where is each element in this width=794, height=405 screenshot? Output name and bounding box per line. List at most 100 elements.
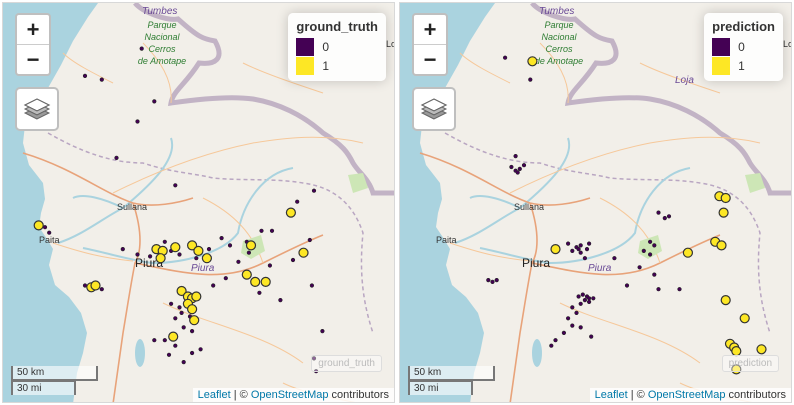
point-marker-class-0[interactable] xyxy=(139,46,144,51)
point-marker-class-0[interactable] xyxy=(152,99,157,104)
point-marker-class-1[interactable] xyxy=(170,242,181,253)
point-marker-class-0[interactable] xyxy=(574,310,579,316)
point-marker-class-0[interactable] xyxy=(190,329,195,334)
point-marker-class-0[interactable] xyxy=(120,247,125,252)
point-marker-class-0[interactable] xyxy=(517,166,522,171)
point-marker-class-0[interactable] xyxy=(162,239,167,244)
point-marker-class-1[interactable] xyxy=(155,253,166,264)
point-marker-class-0[interactable] xyxy=(502,55,508,60)
point-marker-class-1[interactable] xyxy=(298,247,309,258)
point-marker-class-0[interactable] xyxy=(576,247,581,252)
point-marker-class-1[interactable] xyxy=(193,245,204,256)
point-marker-class-0[interactable] xyxy=(591,296,596,301)
point-marker-class-0[interactable] xyxy=(257,290,262,295)
point-marker-class-0[interactable] xyxy=(135,252,140,257)
point-marker-class-0[interactable] xyxy=(490,279,495,285)
leaflet-link[interactable]: Leaflet xyxy=(198,389,231,401)
point-marker-class-0[interactable] xyxy=(236,259,241,264)
point-marker-class-1[interactable] xyxy=(716,240,727,251)
point-marker-class-0[interactable] xyxy=(82,73,88,78)
point-marker-class-0[interactable] xyxy=(227,243,233,248)
point-marker-class-0[interactable] xyxy=(259,228,264,233)
point-marker-class-1[interactable] xyxy=(201,253,212,264)
point-marker-class-1[interactable] xyxy=(168,331,179,342)
point-marker-class-0[interactable] xyxy=(162,338,167,343)
point-marker-class-0[interactable] xyxy=(246,250,251,255)
point-marker-class-0[interactable] xyxy=(677,287,682,292)
point-marker-class-1[interactable] xyxy=(682,247,693,258)
point-marker-class-1[interactable] xyxy=(191,291,202,302)
map-panel-ground-truth[interactable]: Tumbes Parque Nacional Cerros de Amotape… xyxy=(2,2,395,403)
point-marker-class-0[interactable] xyxy=(152,338,157,343)
point-marker-class-0[interactable] xyxy=(173,183,178,188)
osm-link[interactable]: OpenStreetMap xyxy=(251,389,329,401)
point-marker-class-0[interactable] xyxy=(47,230,52,235)
point-marker-class-1[interactable] xyxy=(33,220,44,231)
point-marker-class-0[interactable] xyxy=(589,334,594,339)
point-marker-class-0[interactable] xyxy=(290,257,296,263)
point-marker-class-0[interactable] xyxy=(648,239,653,244)
point-marker-class-0[interactable] xyxy=(177,252,182,257)
point-marker-class-1[interactable] xyxy=(260,276,271,287)
point-marker-class-0[interactable] xyxy=(578,301,583,306)
layers-control-button[interactable] xyxy=(412,87,456,131)
point-marker-class-0[interactable] xyxy=(99,77,104,82)
point-marker-class-0[interactable] xyxy=(181,325,186,330)
point-marker-class-0[interactable] xyxy=(267,263,273,268)
point-marker-class-0[interactable] xyxy=(198,347,203,352)
point-marker-class-0[interactable] xyxy=(190,350,195,356)
point-marker-class-0[interactable] xyxy=(211,283,216,288)
point-marker-class-0[interactable] xyxy=(570,305,575,310)
point-marker-class-0[interactable] xyxy=(578,243,583,248)
point-marker-class-0[interactable] xyxy=(309,283,315,288)
point-marker-class-0[interactable] xyxy=(295,199,300,204)
point-marker-class-0[interactable] xyxy=(148,254,153,259)
point-marker-class-0[interactable] xyxy=(637,265,642,270)
zoom-out-button[interactable]: − xyxy=(414,45,446,74)
point-marker-class-0[interactable] xyxy=(494,278,499,283)
point-marker-class-0[interactable] xyxy=(173,316,178,321)
point-marker-class-0[interactable] xyxy=(194,256,199,261)
point-marker-class-0[interactable] xyxy=(521,163,527,168)
map-panel-prediction[interactable]: Tumbes Parque Nacional Cerros de Amotape… xyxy=(399,2,792,403)
point-marker-class-0[interactable] xyxy=(666,214,672,219)
zoom-out-button[interactable]: − xyxy=(17,45,49,74)
point-marker-class-0[interactable] xyxy=(181,360,186,365)
point-marker-class-0[interactable] xyxy=(528,77,533,82)
layers-control-button[interactable] xyxy=(15,87,59,131)
zoom-in-button[interactable]: + xyxy=(17,15,49,45)
point-marker-class-0[interactable] xyxy=(219,236,224,241)
point-marker-class-0[interactable] xyxy=(587,241,592,246)
point-marker-class-0[interactable] xyxy=(662,216,667,221)
point-marker-class-0[interactable] xyxy=(566,316,571,321)
point-marker-class-0[interactable] xyxy=(578,325,583,330)
leaflet-link[interactable]: Leaflet xyxy=(595,389,628,401)
point-marker-class-0[interactable] xyxy=(648,252,653,257)
point-marker-class-1[interactable] xyxy=(90,280,101,291)
point-marker-class-0[interactable] xyxy=(166,352,172,357)
point-marker-class-0[interactable] xyxy=(320,329,325,334)
point-marker-class-0[interactable] xyxy=(652,272,657,277)
point-marker-class-1[interactable] xyxy=(245,240,257,251)
point-marker-class-0[interactable] xyxy=(578,250,583,255)
point-marker-class-1[interactable] xyxy=(285,207,296,218)
point-marker-class-0[interactable] xyxy=(580,292,585,297)
point-marker-class-0[interactable] xyxy=(656,210,661,215)
point-marker-class-0[interactable] xyxy=(584,247,590,252)
point-marker-class-0[interactable] xyxy=(582,298,587,303)
osm-link[interactable]: OpenStreetMap xyxy=(648,389,726,401)
point-marker-class-0[interactable] xyxy=(576,294,581,299)
point-marker-class-0[interactable] xyxy=(570,323,575,328)
point-marker-class-1[interactable] xyxy=(527,56,538,67)
point-marker-class-0[interactable] xyxy=(570,248,575,253)
point-marker-class-0[interactable] xyxy=(223,276,228,281)
point-marker-class-0[interactable] xyxy=(135,119,140,124)
point-marker-class-0[interactable] xyxy=(587,296,592,301)
point-marker-class-0[interactable] xyxy=(278,298,283,303)
point-marker-class-1[interactable] xyxy=(241,269,252,280)
point-marker-class-0[interactable] xyxy=(582,256,587,261)
point-marker-class-0[interactable] xyxy=(269,228,275,233)
point-marker-class-1[interactable] xyxy=(720,295,731,306)
point-marker-class-1[interactable] xyxy=(718,207,729,218)
point-marker-class-1[interactable] xyxy=(187,304,198,315)
